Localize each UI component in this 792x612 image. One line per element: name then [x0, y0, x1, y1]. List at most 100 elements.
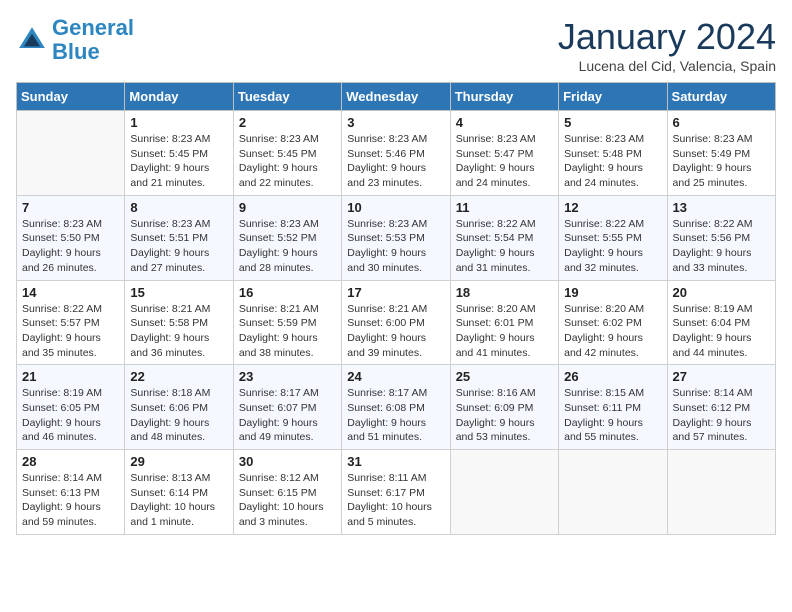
calendar-cell: 7 Sunrise: 8:23 AM Sunset: 5:50 PM Dayli… — [17, 195, 125, 280]
day-number: 12 — [564, 200, 661, 215]
daylight-text: Daylight: 9 hours and 22 minutes. — [239, 162, 318, 189]
sunset-text: Sunset: 6:09 PM — [456, 402, 534, 414]
day-number: 19 — [564, 285, 661, 300]
sunrise-text: Sunrise: 8:23 AM — [239, 218, 319, 230]
daylight-text: Daylight: 9 hours and 59 minutes. — [22, 501, 101, 528]
calendar-cell — [17, 111, 125, 196]
day-number: 4 — [456, 115, 553, 130]
sunrise-text: Sunrise: 8:14 AM — [673, 387, 753, 399]
day-info: Sunrise: 8:23 AM Sunset: 5:45 PM Dayligh… — [239, 132, 336, 191]
daylight-text: Daylight: 9 hours and 51 minutes. — [347, 417, 426, 444]
sunset-text: Sunset: 5:56 PM — [673, 232, 751, 244]
day-number: 17 — [347, 285, 444, 300]
day-number: 11 — [456, 200, 553, 215]
calendar-cell: 11 Sunrise: 8:22 AM Sunset: 5:54 PM Dayl… — [450, 195, 558, 280]
sunset-text: Sunset: 5:54 PM — [456, 232, 534, 244]
day-info: Sunrise: 8:23 AM Sunset: 5:48 PM Dayligh… — [564, 132, 661, 191]
calendar-cell: 27 Sunrise: 8:14 AM Sunset: 6:12 PM Dayl… — [667, 365, 775, 450]
daylight-text: Daylight: 9 hours and 26 minutes. — [22, 247, 101, 274]
calendar-cell: 14 Sunrise: 8:22 AM Sunset: 5:57 PM Dayl… — [17, 280, 125, 365]
weekday-header-sunday: Sunday — [17, 83, 125, 111]
day-number: 3 — [347, 115, 444, 130]
daylight-text: Daylight: 9 hours and 36 minutes. — [130, 332, 209, 359]
calendar-cell: 15 Sunrise: 8:21 AM Sunset: 5:58 PM Dayl… — [125, 280, 233, 365]
day-info: Sunrise: 8:12 AM Sunset: 6:15 PM Dayligh… — [239, 471, 336, 530]
day-info: Sunrise: 8:23 AM Sunset: 5:53 PM Dayligh… — [347, 217, 444, 276]
daylight-text: Daylight: 10 hours and 3 minutes. — [239, 501, 324, 528]
daylight-text: Daylight: 10 hours and 1 minute. — [130, 501, 215, 528]
page-header: General Blue January 2024 Lucena del Cid… — [16, 16, 776, 74]
sunset-text: Sunset: 6:06 PM — [130, 402, 208, 414]
sunrise-text: Sunrise: 8:22 AM — [22, 303, 102, 315]
daylight-text: Daylight: 9 hours and 46 minutes. — [22, 417, 101, 444]
day-info: Sunrise: 8:13 AM Sunset: 6:14 PM Dayligh… — [130, 471, 227, 530]
title-section: January 2024 Lucena del Cid, Valencia, S… — [558, 16, 776, 74]
sunrise-text: Sunrise: 8:19 AM — [22, 387, 102, 399]
calendar-cell: 17 Sunrise: 8:21 AM Sunset: 6:00 PM Dayl… — [342, 280, 450, 365]
calendar-cell: 12 Sunrise: 8:22 AM Sunset: 5:55 PM Dayl… — [559, 195, 667, 280]
day-number: 20 — [673, 285, 770, 300]
daylight-text: Daylight: 9 hours and 24 minutes. — [456, 162, 535, 189]
sunset-text: Sunset: 5:46 PM — [347, 148, 425, 160]
sunrise-text: Sunrise: 8:23 AM — [456, 133, 536, 145]
calendar-cell: 26 Sunrise: 8:15 AM Sunset: 6:11 PM Dayl… — [559, 365, 667, 450]
day-number: 10 — [347, 200, 444, 215]
calendar-cell: 24 Sunrise: 8:17 AM Sunset: 6:08 PM Dayl… — [342, 365, 450, 450]
logo: General Blue — [16, 16, 134, 64]
day-info: Sunrise: 8:19 AM Sunset: 6:04 PM Dayligh… — [673, 302, 770, 361]
day-info: Sunrise: 8:23 AM Sunset: 5:49 PM Dayligh… — [673, 132, 770, 191]
logo-line2: Blue — [52, 39, 100, 64]
day-info: Sunrise: 8:21 AM Sunset: 6:00 PM Dayligh… — [347, 302, 444, 361]
day-number: 25 — [456, 369, 553, 384]
sunrise-text: Sunrise: 8:23 AM — [22, 218, 102, 230]
daylight-text: Daylight: 9 hours and 31 minutes. — [456, 247, 535, 274]
calendar-cell: 18 Sunrise: 8:20 AM Sunset: 6:01 PM Dayl… — [450, 280, 558, 365]
sunset-text: Sunset: 6:12 PM — [673, 402, 751, 414]
sunset-text: Sunset: 6:11 PM — [564, 402, 641, 414]
calendar-week-2: 7 Sunrise: 8:23 AM Sunset: 5:50 PM Dayli… — [17, 195, 776, 280]
day-info: Sunrise: 8:20 AM Sunset: 6:01 PM Dayligh… — [456, 302, 553, 361]
day-info: Sunrise: 8:11 AM Sunset: 6:17 PM Dayligh… — [347, 471, 444, 530]
day-number: 8 — [130, 200, 227, 215]
day-number: 6 — [673, 115, 770, 130]
daylight-text: Daylight: 9 hours and 48 minutes. — [130, 417, 209, 444]
sunrise-text: Sunrise: 8:23 AM — [130, 218, 210, 230]
sunrise-text: Sunrise: 8:21 AM — [130, 303, 210, 315]
calendar-cell: 10 Sunrise: 8:23 AM Sunset: 5:53 PM Dayl… — [342, 195, 450, 280]
calendar-cell: 19 Sunrise: 8:20 AM Sunset: 6:02 PM Dayl… — [559, 280, 667, 365]
daylight-text: Daylight: 9 hours and 28 minutes. — [239, 247, 318, 274]
month-title: January 2024 — [558, 16, 776, 58]
day-number: 7 — [22, 200, 119, 215]
sunrise-text: Sunrise: 8:23 AM — [130, 133, 210, 145]
daylight-text: Daylight: 9 hours and 41 minutes. — [456, 332, 535, 359]
daylight-text: Daylight: 9 hours and 32 minutes. — [564, 247, 643, 274]
calendar-cell: 13 Sunrise: 8:22 AM Sunset: 5:56 PM Dayl… — [667, 195, 775, 280]
day-number: 18 — [456, 285, 553, 300]
day-number: 22 — [130, 369, 227, 384]
weekday-header-monday: Monday — [125, 83, 233, 111]
sunset-text: Sunset: 6:05 PM — [22, 402, 100, 414]
calendar-cell: 22 Sunrise: 8:18 AM Sunset: 6:06 PM Dayl… — [125, 365, 233, 450]
sunrise-text: Sunrise: 8:23 AM — [347, 218, 427, 230]
logo-text: General Blue — [52, 16, 134, 64]
sunset-text: Sunset: 5:49 PM — [673, 148, 751, 160]
day-number: 21 — [22, 369, 119, 384]
sunset-text: Sunset: 5:45 PM — [130, 148, 208, 160]
day-number: 5 — [564, 115, 661, 130]
sunset-text: Sunset: 6:02 PM — [564, 317, 642, 329]
sunrise-text: Sunrise: 8:13 AM — [130, 472, 210, 484]
day-info: Sunrise: 8:16 AM Sunset: 6:09 PM Dayligh… — [456, 386, 553, 445]
sunset-text: Sunset: 5:53 PM — [347, 232, 425, 244]
sunset-text: Sunset: 5:59 PM — [239, 317, 317, 329]
day-number: 13 — [673, 200, 770, 215]
daylight-text: Daylight: 9 hours and 24 minutes. — [564, 162, 643, 189]
sunrise-text: Sunrise: 8:20 AM — [564, 303, 644, 315]
sunrise-text: Sunrise: 8:22 AM — [673, 218, 753, 230]
sunset-text: Sunset: 5:47 PM — [456, 148, 534, 160]
day-info: Sunrise: 8:22 AM Sunset: 5:55 PM Dayligh… — [564, 217, 661, 276]
sunrise-text: Sunrise: 8:15 AM — [564, 387, 644, 399]
day-number: 16 — [239, 285, 336, 300]
sunset-text: Sunset: 5:51 PM — [130, 232, 208, 244]
weekday-header-wednesday: Wednesday — [342, 83, 450, 111]
calendar-cell: 16 Sunrise: 8:21 AM Sunset: 5:59 PM Dayl… — [233, 280, 341, 365]
